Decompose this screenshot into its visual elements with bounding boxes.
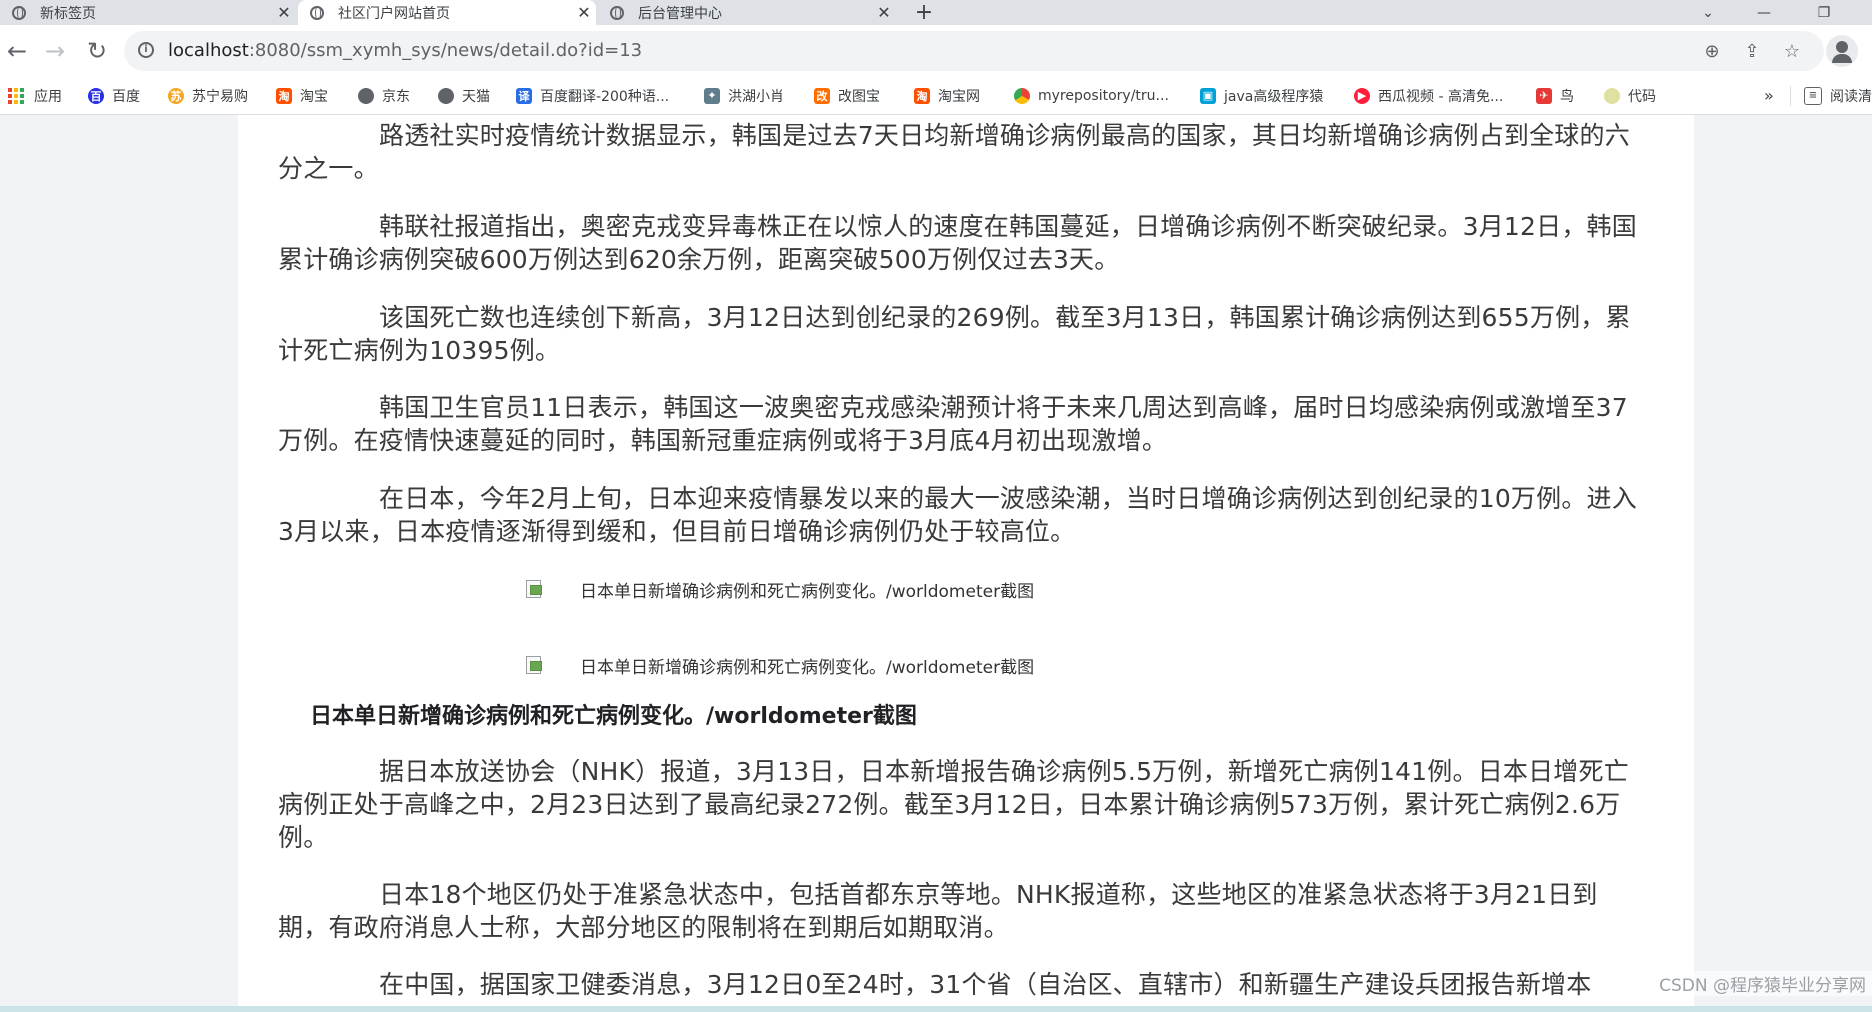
- bookmark-suning[interactable]: 苏 苏宁易购: [168, 77, 248, 114]
- tab-title: 社区门户网站首页: [338, 5, 450, 22]
- bookmark-label: 改图宝: [838, 88, 880, 105]
- image-caption: 日本单日新增确诊病例和死亡病例变化。/worldometer截图: [310, 704, 917, 729]
- bookmark-label: 代码: [1628, 88, 1656, 105]
- bird-icon: ✈: [1536, 87, 1552, 104]
- bookmark-label: java高级程序猿: [1224, 88, 1324, 105]
- bilibili-icon: ▣: [1200, 87, 1216, 104]
- bookmark-label: 天猫: [462, 88, 490, 105]
- globe-icon: [358, 87, 374, 104]
- gaitubao-icon: 改: [814, 87, 830, 104]
- reload-icon[interactable]: ↻: [80, 34, 114, 68]
- bookmark-label: 应用: [34, 88, 62, 105]
- bookmark-label: 西瓜视频 - 高清免...: [1378, 88, 1504, 105]
- article-paragraph: 该国死亡数也连续创下新高，3月12日达到创纪录的269例。截至3月13日，韩国累…: [278, 303, 1631, 365]
- suning-icon: 苏: [168, 87, 184, 104]
- broken-image-icon: [524, 655, 546, 677]
- article-paragraph: 日本18个地区仍处于准紧急状态中，包括首都东京等地。NHK报道称，这些地区的准紧…: [278, 880, 1598, 942]
- zoom-icon[interactable]: ⊕: [1700, 39, 1724, 63]
- tab-title: 新标签页: [40, 5, 96, 22]
- bookmark-label: 淘宝: [300, 88, 328, 105]
- bookmark-label: 京东: [382, 88, 410, 105]
- page-viewport[interactable]: 路透社实时疫情统计数据显示，韩国是过去7天日均新增确诊病例最高的国家，其日均新增…: [0, 115, 1872, 1012]
- bookmark-bird[interactable]: ✈ 鸟: [1536, 77, 1574, 114]
- image-alt-text: 日本单日新增确诊病例和死亡病例变化。/worldometer截图: [580, 582, 1035, 602]
- forward-arrow-icon[interactable]: →: [38, 34, 72, 68]
- bookmark-taobao[interactable]: 淘 淘宝: [276, 77, 328, 114]
- bookmark-java[interactable]: ▣ java高级程序猿: [1200, 77, 1323, 114]
- code-icon: [1604, 87, 1620, 104]
- bookmark-xigua[interactable]: ▶ 西瓜视频 - 高清免...: [1354, 77, 1503, 114]
- address-bar[interactable]: i localhost:8080/ssm_xymh_sys/news/detai…: [124, 31, 1824, 71]
- back-arrow-icon[interactable]: ←: [0, 34, 34, 68]
- bookmark-label: 洪湖小肖: [728, 88, 784, 105]
- url-host: localhost: [168, 40, 249, 61]
- close-icon[interactable]: ✕: [272, 3, 296, 22]
- bookmark-baidu-translate[interactable]: 译 百度翻译-200种语...: [516, 77, 669, 114]
- article-paragraph: 在日本，今年2月上旬，日本迎来疫情暴发以来的最大一波感染潮，当时日增确诊病例达到…: [278, 484, 1637, 546]
- article-paragraph: 在中国，据国家卫健委消息，3月12日0至24时，31个省（自治区、直辖市）和新疆…: [379, 970, 1592, 999]
- article-paragraph: 韩国卫生官员11日表示，韩国这一波奥密克戎感染潮预计将于未来几周达到高峰，届时日…: [278, 393, 1628, 455]
- xigua-icon: ▶: [1354, 87, 1370, 104]
- article-paragraph: 路透社实时疫情统计数据显示，韩国是过去7天日均新增确诊病例最高的国家，其日均新增…: [278, 121, 1630, 183]
- reading-list-button[interactable]: ≡ 阅读清: [1804, 77, 1872, 114]
- bookmark-label: 百度: [112, 88, 140, 105]
- reading-list-label: 阅读清: [1830, 88, 1872, 105]
- bookmark-label: myrepository/tru...: [1038, 87, 1169, 104]
- bird-icon: ✦: [704, 87, 720, 104]
- url-text[interactable]: localhost:8080/ssm_xymh_sys/news/detail.…: [168, 40, 642, 61]
- article-image-broken: 日本单日新增确诊病例和死亡病例变化。/worldometer截图: [524, 653, 1034, 678]
- translate-icon: 译: [516, 87, 532, 104]
- taobao-icon: 淘: [276, 87, 292, 104]
- csdn-watermark: CSDN @程序猿毕业分享网: [1655, 971, 1872, 996]
- baidu-icon: 百: [88, 87, 104, 104]
- bookmark-tmall[interactable]: 天猫: [438, 77, 490, 114]
- broken-image-icon: [524, 579, 546, 601]
- bookmark-taobao-net[interactable]: 淘 淘宝网: [914, 77, 980, 114]
- bookmark-label: 鸟: [1560, 88, 1574, 105]
- url-path: :8080/ssm_xymh_sys/news/detail.do?id=13: [248, 40, 643, 61]
- apps-icon: [8, 87, 24, 104]
- bookmark-apps[interactable]: 应用: [8, 77, 62, 114]
- article-image-broken: 日本单日新增确诊病例和死亡病例变化。/worldometer截图: [524, 577, 1034, 602]
- bookmark-gaitubao[interactable]: 改 改图宝: [814, 77, 880, 114]
- image-alt-text: 日本单日新增确诊病例和死亡病例变化。/worldometer截图: [580, 658, 1035, 678]
- globe-icon: [610, 5, 624, 20]
- minimize-button[interactable]: —: [1744, 0, 1784, 25]
- article-paragraph: 韩联社报道指出，奥密克戎变异毒株正在以惊人的速度在韩国蔓延，日增确诊病例不断突破…: [278, 212, 1637, 274]
- tab-new-tab[interactable]: 新标签页 ✕: [0, 0, 296, 25]
- reading-list-icon: ≡: [1804, 86, 1822, 105]
- profile-avatar-icon[interactable]: [1826, 35, 1858, 67]
- bookmark-jd[interactable]: 京东: [358, 77, 410, 114]
- bookmarks-bar: 应用 百 百度 苏 苏宁易购 淘 淘宝 京东 天猫 译 百度翻译-200种语..…: [0, 77, 1872, 115]
- chrome-icon: [1014, 87, 1030, 104]
- share-icon[interactable]: ⇪: [1740, 39, 1764, 63]
- globe-icon: [438, 87, 454, 104]
- new-tab-button[interactable]: +: [912, 0, 936, 25]
- bookmark-myrepository[interactable]: myrepository/tru...: [1014, 77, 1169, 114]
- bookmark-honghu[interactable]: ✦ 洪湖小肖: [704, 77, 784, 114]
- globe-icon: [12, 5, 26, 20]
- info-icon[interactable]: i: [138, 42, 154, 58]
- globe-icon: [310, 5, 324, 20]
- bookmark-label: 百度翻译-200种语...: [540, 88, 670, 105]
- tab-admin-center[interactable]: 后台管理中心 ✕: [598, 0, 896, 25]
- tab-community-portal[interactable]: 社区门户网站首页 ✕: [298, 0, 596, 25]
- bookmark-code[interactable]: 代码: [1604, 77, 1656, 114]
- bookmark-label: 淘宝网: [938, 88, 980, 105]
- browser-toolbar: ← → ↻ i localhost:8080/ssm_xymh_sys/news…: [0, 25, 1872, 77]
- tab-title: 后台管理中心: [638, 5, 722, 22]
- close-icon[interactable]: ✕: [572, 3, 596, 22]
- bookmarks-overflow-button[interactable]: »: [1764, 77, 1774, 114]
- bookmarks-divider: [1790, 86, 1791, 106]
- bookmark-label: 苏宁易购: [192, 88, 248, 105]
- tab-strip: 新标签页 ✕ 社区门户网站首页 ✕ 后台管理中心 ✕ + ⌄ — ❐: [0, 0, 1872, 25]
- star-icon[interactable]: ☆: [1780, 39, 1804, 63]
- tab-search-chevron-icon[interactable]: ⌄: [1688, 0, 1728, 25]
- close-icon[interactable]: ✕: [872, 3, 896, 22]
- article-paragraph: 据日本放送协会（NHK）报道，3月13日，日本新增报告确诊病例5.5万例，新增死…: [278, 757, 1629, 852]
- restore-button[interactable]: ❐: [1804, 0, 1844, 25]
- bookmark-baidu[interactable]: 百 百度: [88, 77, 140, 114]
- taskbar-edge: [0, 1006, 1872, 1012]
- taobao-icon: 淘: [914, 87, 930, 104]
